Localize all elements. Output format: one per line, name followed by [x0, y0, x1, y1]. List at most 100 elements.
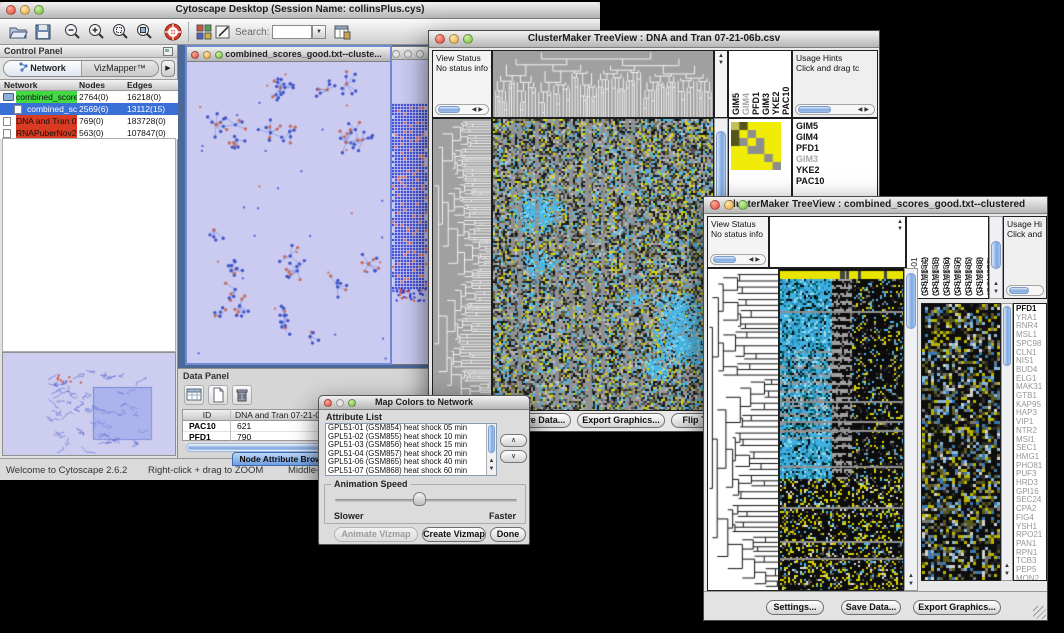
- speed-slider-thumb[interactable]: [413, 492, 426, 506]
- main-titlebar[interactable]: Cytoscape Desktop (Session Name: collins…: [0, 2, 600, 19]
- network-list-row[interactable]: combined_sco2569(6)13112(15): [0, 103, 178, 115]
- heatmap-main[interactable]: [779, 268, 904, 591]
- column-label[interactable]: GIM4: [741, 53, 751, 115]
- attribute-select-icon[interactable]: [184, 385, 204, 405]
- move-down-button[interactable]: ∨: [500, 450, 527, 463]
- save-icon[interactable]: [33, 22, 53, 42]
- tab-overflow-icon[interactable]: ▶: [161, 60, 175, 77]
- gene-label[interactable]: GIM5: [796, 121, 877, 132]
- network-list-row[interactable]: combined_scores_2764(0)16218(0): [0, 91, 178, 103]
- matrix-network-canvas[interactable]: [389, 60, 429, 345]
- gene-label[interactable]: PFD1: [796, 143, 877, 154]
- close-icon[interactable]: [435, 34, 445, 44]
- gene-label[interactable]: YKE2: [796, 165, 877, 176]
- column-label[interactable]: GIM5: [731, 53, 741, 115]
- attribute-list-vscrollbar[interactable]: ▲ ▼: [486, 424, 496, 475]
- column-label[interactable]: GPL51-07 (GSM868): [964, 219, 975, 296]
- minimize-icon[interactable]: [203, 51, 211, 59]
- tab-vizmapper[interactable]: VizMapper™: [82, 61, 159, 76]
- view-status-panel: View Status No status info f ◀▶: [432, 50, 492, 118]
- zoom-window-icon[interactable]: [348, 399, 356, 407]
- zoom-window-icon[interactable]: [215, 51, 223, 59]
- column-label[interactable]: GPL51-06 (GSM865): [953, 219, 964, 296]
- column-label[interactable]: GPL51-04 (GSM857): [942, 219, 953, 296]
- zoom-in-icon[interactable]: [86, 22, 106, 42]
- close-icon[interactable]: [324, 399, 332, 407]
- zoom-window-icon[interactable]: [463, 34, 473, 44]
- column-label[interactable]: GIM3: [761, 53, 771, 115]
- settings-button[interactable]: Settings...: [766, 600, 824, 615]
- zoom-out-icon[interactable]: [62, 22, 82, 42]
- labels-vscrollbar[interactable]: ▲ ▼: [989, 216, 1003, 299]
- attribute-list[interactable]: GPL51-01 (GSM854) heat shock 05 minGPL51…: [325, 423, 497, 476]
- genelist-vscrollbar[interactable]: ▲ ▼: [1001, 303, 1013, 581]
- gene-label[interactable]: GIM4: [796, 132, 877, 143]
- heatmap-main[interactable]: [492, 118, 714, 411]
- gene-label[interactable]: GIM3: [796, 154, 877, 165]
- save-data-button[interactable]: Save Data...: [841, 600, 901, 615]
- network-list-row[interactable]: DNA and Tran 07769(0)183728(0): [0, 115, 178, 127]
- close-icon[interactable]: [392, 50, 400, 58]
- zoom-window-icon[interactable]: [34, 5, 44, 15]
- gene-label[interactable]: MON2: [1016, 575, 1046, 581]
- zoom-window-icon[interactable]: [738, 200, 748, 210]
- vizmapper-icon[interactable]: [194, 22, 214, 42]
- column-label[interactable]: GPL51-03 (GSM856): [931, 219, 942, 296]
- close-icon[interactable]: [710, 200, 720, 210]
- column-dendrogram-empty[interactable]: ▲ ▼: [769, 216, 906, 268]
- heatmap-vscrollbar[interactable]: ▲ ▼: [904, 268, 918, 591]
- open-file-icon[interactable]: [8, 22, 28, 42]
- float-panel-icon[interactable]: [163, 47, 173, 56]
- create-vizmap-button[interactable]: Create Vizmap: [422, 527, 486, 542]
- hscrollbar[interactable]: ◀▶: [435, 104, 489, 115]
- dendrogram-scroll-strip[interactable]: ▲ ▼: [714, 50, 728, 118]
- search-input[interactable]: [272, 25, 312, 39]
- zoom-selected-icon[interactable]: [110, 22, 130, 42]
- network-table-header[interactable]: Network Nodes Edges: [0, 79, 178, 91]
- search-label: Search:: [235, 27, 269, 38]
- move-up-button[interactable]: ∧: [500, 434, 527, 447]
- hscrollbar[interactable]: ◀▶: [795, 104, 875, 115]
- hscrollbar[interactable]: ◀▶: [710, 254, 766, 265]
- close-icon[interactable]: [191, 51, 199, 59]
- row-dendrogram[interactable]: [707, 268, 779, 591]
- animate-vizmap-button[interactable]: Animate Vizmap: [334, 527, 418, 542]
- minimize-icon[interactable]: [724, 200, 734, 210]
- speed-slider[interactable]: [335, 499, 517, 502]
- export-graphics-button[interactable]: Export Graphics...: [913, 600, 1001, 615]
- column-label[interactable]: PFD1: [751, 53, 761, 115]
- delete-attribute-trash-icon[interactable]: [232, 385, 252, 405]
- column-dendrogram[interactable]: [492, 50, 714, 118]
- attribute-item[interactable]: GPL51-07 (GSM868) heat shock 60 min: [326, 467, 496, 476]
- treeview1-titlebar[interactable]: ClusterMaker TreeView : DNA and Tran 07-…: [429, 31, 879, 48]
- summary-heatmap-panel[interactable]: [921, 303, 1001, 581]
- done-button[interactable]: Done: [490, 527, 526, 542]
- network-window-matrix-titlebar[interactable]: [389, 47, 433, 60]
- resize-grip[interactable]: [1033, 606, 1046, 619]
- network-window-combined-scores[interactable]: combined_scores_good.txt--cluste...: [185, 45, 392, 365]
- close-icon[interactable]: [6, 5, 16, 15]
- annotation-icon[interactable]: [213, 22, 233, 42]
- help-lifering-icon[interactable]: [163, 22, 183, 42]
- minimize-icon[interactable]: [404, 50, 412, 58]
- treeview2-titlebar[interactable]: ClusterMaker TreeView : combined_scores_…: [704, 197, 1047, 214]
- column-label[interactable]: GPL51-08 (GSM872): [975, 219, 986, 296]
- row-dendrogram[interactable]: [432, 118, 492, 411]
- search-dropdown-icon[interactable]: ▼: [312, 25, 326, 39]
- column-label[interactable]: PAC10: [781, 53, 791, 115]
- column-label[interactable]: YKE2: [771, 53, 781, 115]
- zoom-window-icon[interactable]: [416, 50, 424, 58]
- birdseye-overview[interactable]: [2, 352, 176, 456]
- attribute-browser-icon[interactable]: [332, 22, 352, 42]
- gene-label[interactable]: PAC10: [796, 176, 877, 187]
- tab-network[interactable]: Network: [4, 61, 82, 76]
- new-attribute-icon[interactable]: [208, 385, 228, 405]
- minimize-icon[interactable]: [20, 5, 30, 15]
- column-label[interactable]: GPL51-02 (GSM855): [920, 219, 931, 296]
- minimize-icon[interactable]: [449, 34, 459, 44]
- hscrollbar[interactable]: [1006, 285, 1044, 296]
- zoom-fit-icon[interactable]: [134, 22, 154, 42]
- export-graphics-button[interactable]: Export Graphics...: [577, 413, 665, 428]
- network-canvas[interactable]: [187, 62, 390, 363]
- minimize-icon[interactable]: [336, 399, 344, 407]
